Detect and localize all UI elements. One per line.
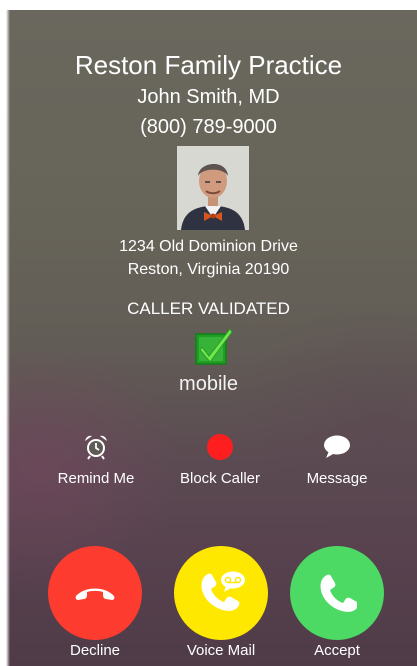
hang-up-phone-icon <box>75 588 115 600</box>
green-checkbox-icon <box>195 328 233 365</box>
voice-mail-button[interactable] <box>174 546 268 640</box>
speech-bubble-icon <box>324 435 350 458</box>
accept-button[interactable] <box>290 546 384 640</box>
remind-me-label: Remind Me <box>57 470 135 487</box>
decline-button[interactable] <box>48 546 142 640</box>
message-button[interactable]: Message <box>282 432 392 487</box>
decline-label: Decline <box>69 642 121 659</box>
remind-me-button[interactable]: Remind Me <box>41 432 151 487</box>
caller-photo <box>177 146 249 230</box>
block-caller-label: Block Caller <box>179 470 261 487</box>
phone-icon <box>320 574 357 612</box>
voicemail-phone-icon <box>201 571 245 611</box>
validation-status: CALLER VALIDATED <box>127 299 290 318</box>
address-line-2: Reston, Virginia 20190 <box>127 261 290 278</box>
block-caller-button[interactable]: Block Caller <box>165 432 275 487</box>
caller-name: John Smith, MD <box>137 86 280 108</box>
alarm-clock-icon <box>85 435 107 460</box>
address-line-1: 1234 Old Dominion Drive <box>119 238 298 255</box>
practice-name: Reston Family Practice <box>74 50 343 80</box>
red-dot-icon <box>207 434 233 460</box>
incoming-call-screen: Reston Family Practice John Smith, MD (8… <box>0 0 417 666</box>
caller-phone-number: (800) 789-9000 <box>140 116 277 138</box>
accept-label: Accept <box>314 642 360 659</box>
voice-mail-label: Voice Mail <box>186 642 256 659</box>
line-type-label: mobile <box>179 373 238 395</box>
message-label: Message <box>306 470 368 487</box>
top-edge <box>0 0 417 10</box>
